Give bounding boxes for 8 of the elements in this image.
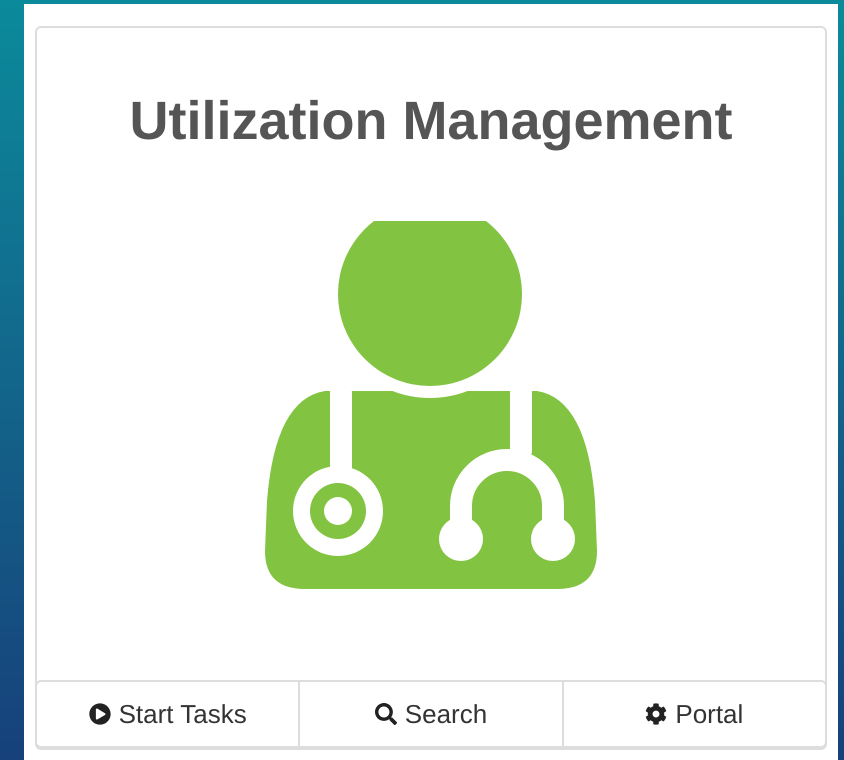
search-icon bbox=[374, 703, 397, 725]
doctor-icon bbox=[263, 221, 599, 591]
card-title: Utilization Management bbox=[128, 94, 734, 148]
action-button[interactable]: Start Tasks bbox=[35, 680, 300, 748]
play-icon bbox=[88, 703, 111, 725]
action-button[interactable]: Search bbox=[298, 680, 564, 748]
action-button[interactable]: Portal bbox=[562, 680, 827, 748]
gear-icon bbox=[645, 703, 668, 725]
